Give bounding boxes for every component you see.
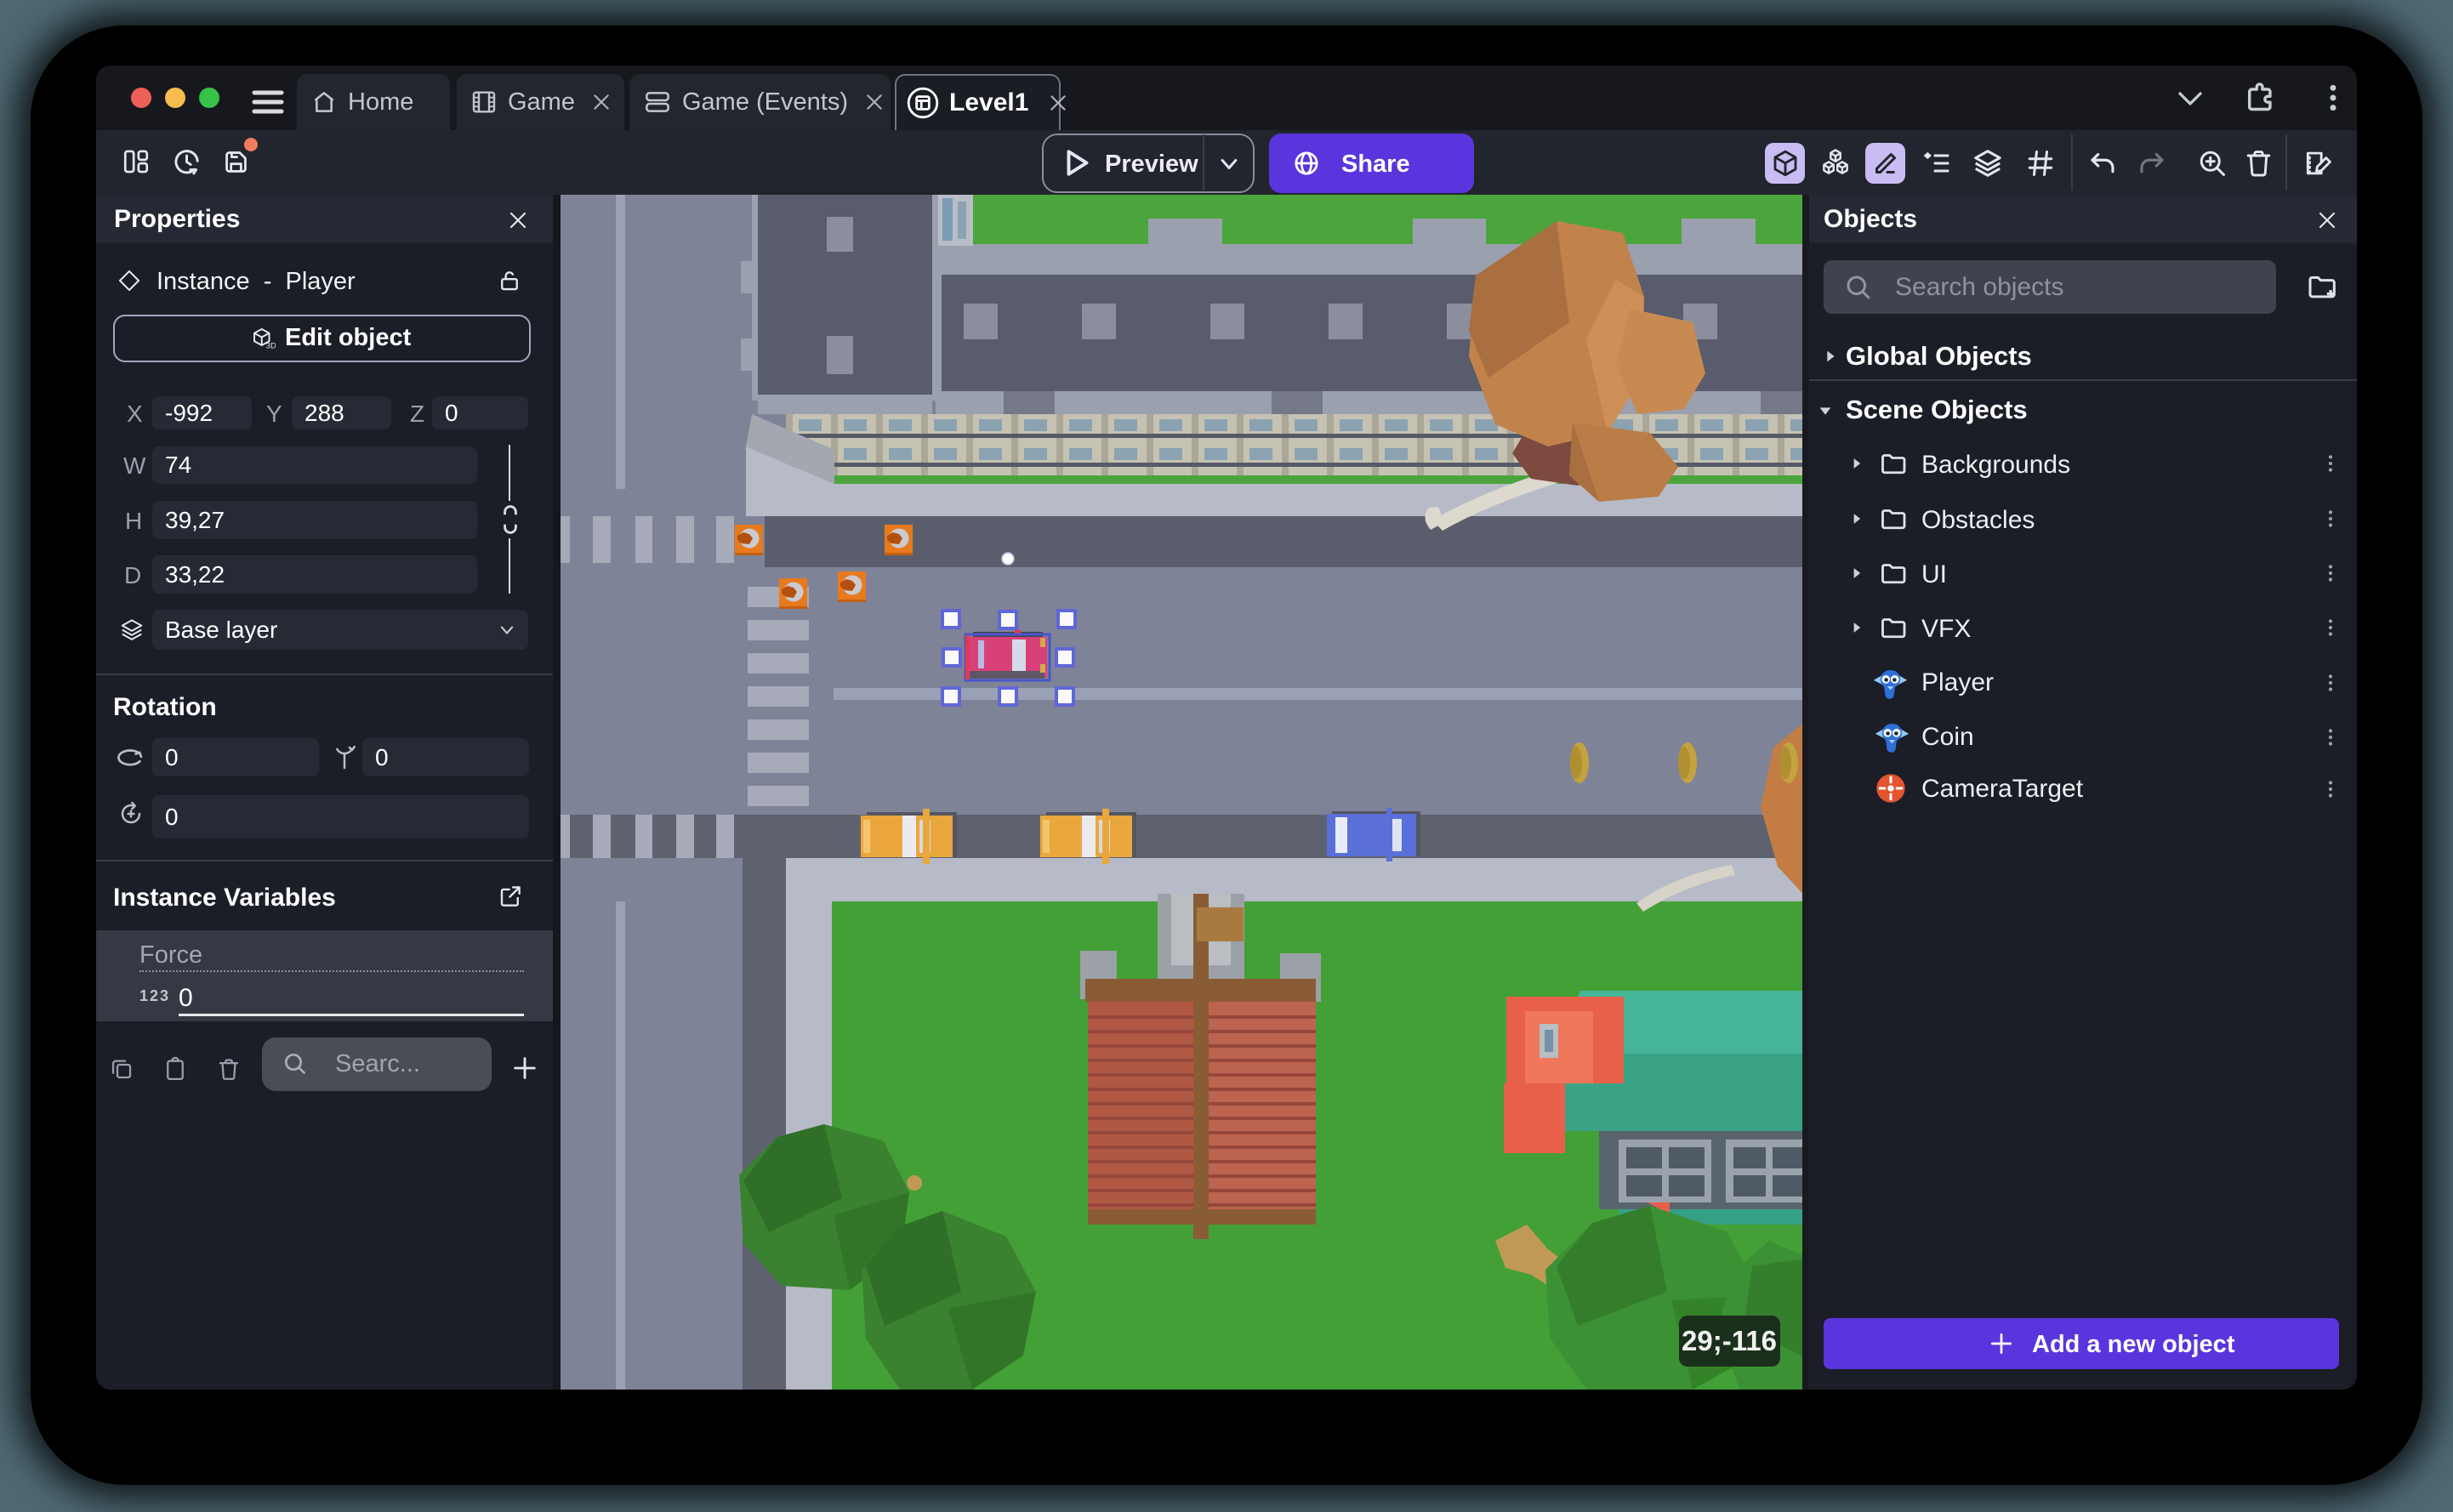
svg-text:3D: 3D	[266, 341, 276, 350]
svg-text:29;-116: 29;-116	[1682, 1325, 1777, 1356]
